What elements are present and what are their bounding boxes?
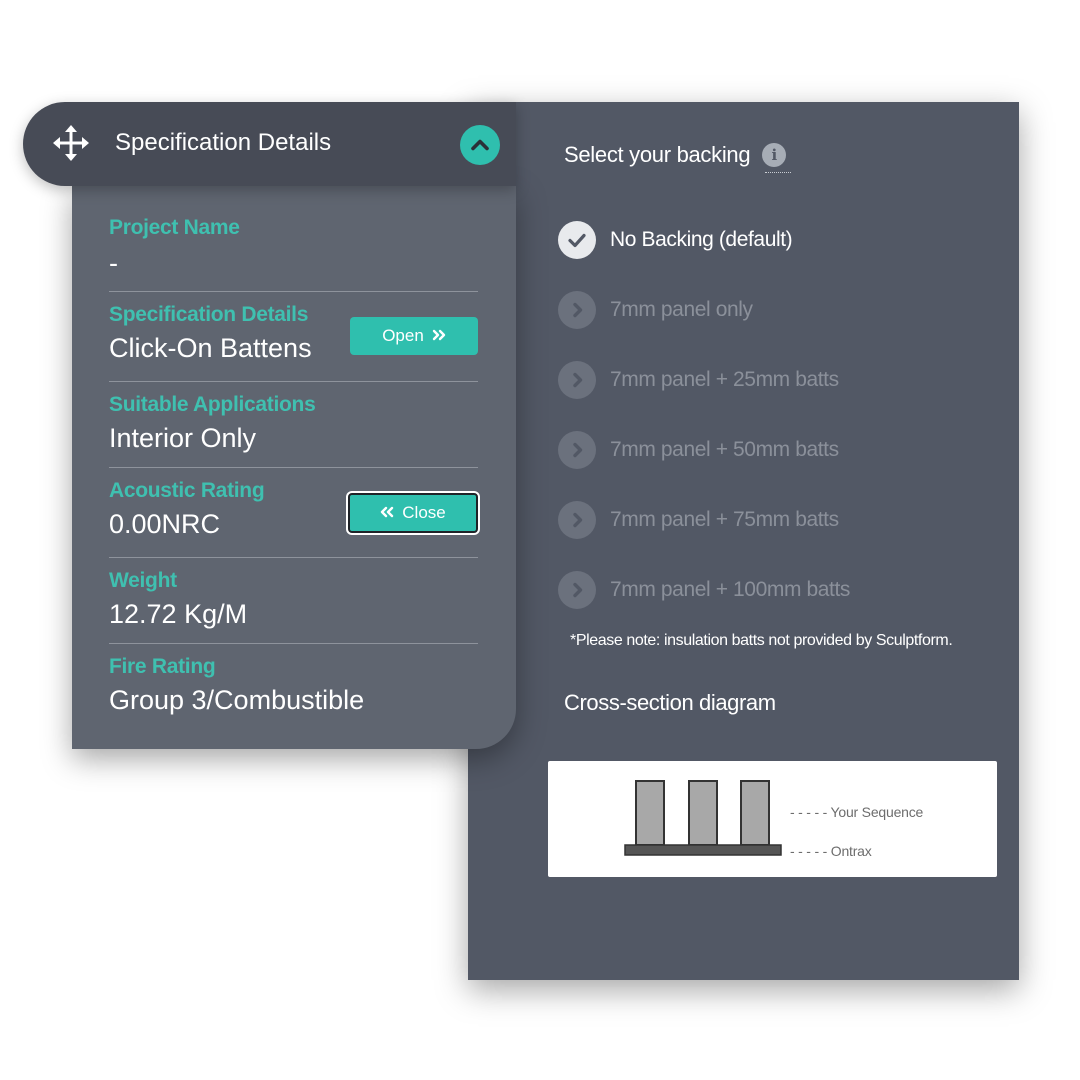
spec-row-specification: Specification Details Click-On Battens O… (109, 292, 478, 382)
legend-ontrax: - - - - - Ontrax (790, 843, 872, 859)
chevron-right-icon (558, 571, 596, 609)
chevron-right-icon (558, 501, 596, 539)
batten-2 (688, 780, 718, 846)
diagram-title: Cross-section diagram (564, 690, 776, 715)
spec-value: - (109, 248, 118, 278)
info-icon[interactable]: i (762, 143, 787, 167)
backing-option-label: 7mm panel only (610, 298, 753, 321)
close-button-label: Close (402, 503, 446, 522)
spec-header-title: Specification Details (115, 129, 332, 156)
cross-section-drawing (624, 780, 782, 856)
spec-value: 12.72 Kg/M (109, 599, 248, 629)
spec-label: Weight (109, 569, 177, 592)
backing-options: No Backing (default) 7mm panel only 7mm … (558, 205, 850, 625)
move-arrows-icon[interactable] (50, 122, 92, 164)
backing-option-label: No Backing (default) (610, 228, 793, 251)
spec-rows: Project Name - Specification Details Cli… (109, 206, 478, 730)
spec-value: Group 3/Combustible (109, 685, 365, 715)
backing-title-row: Select your backing i (564, 142, 787, 168)
backing-option-100mm[interactable]: 7mm panel + 100mm batts (558, 555, 850, 625)
ontrax-rail (624, 844, 782, 856)
open-button-label: Open (382, 326, 424, 345)
backing-option-25mm[interactable]: 7mm panel + 25mm batts (558, 345, 850, 415)
double-chevron-left-icon (380, 503, 394, 523)
spec-label: Suitable Applications (109, 393, 316, 416)
chevron-right-icon (558, 291, 596, 329)
cross-section-diagram: - - - - - Your Sequence - - - - - Ontrax (548, 761, 997, 877)
spec-label: Fire Rating (109, 655, 216, 678)
backing-title: Select your backing (564, 142, 751, 167)
backing-option-label: 7mm panel + 75mm batts (610, 508, 839, 531)
close-button[interactable]: Close (348, 493, 478, 533)
spec-row-weight: Weight 12.72 Kg/M (109, 558, 478, 644)
double-chevron-right-icon (432, 326, 446, 346)
chevron-up-icon[interactable] (460, 125, 500, 165)
backing-option-label: 7mm panel + 50mm batts (610, 438, 839, 461)
backing-option-no-backing[interactable]: No Backing (default) (558, 205, 850, 275)
spec-row-applications: Suitable Applications Interior Only (109, 382, 478, 468)
batten-1 (635, 780, 665, 846)
info-underline (765, 172, 791, 173)
spec-header[interactable]: Specification Details (23, 102, 516, 186)
spec-row-fire-rating: Fire Rating Group 3/Combustible (109, 644, 478, 730)
backing-option-75mm[interactable]: 7mm panel + 75mm batts (558, 485, 850, 555)
open-button[interactable]: Open (350, 317, 478, 355)
spec-label: Project Name (109, 216, 240, 239)
backing-option-7mm-panel[interactable]: 7mm panel only (558, 275, 850, 345)
chevron-right-icon (558, 431, 596, 469)
chevron-right-icon (558, 361, 596, 399)
backing-panel: Select your backing i No Backing (defaul… (468, 102, 1019, 980)
backing-option-50mm[interactable]: 7mm panel + 50mm batts (558, 415, 850, 485)
checkmark-icon (558, 221, 596, 259)
spec-row-project-name: Project Name - (109, 206, 478, 292)
spec-card: Project Name - Specification Details Cli… (72, 186, 516, 749)
backing-option-label: 7mm panel + 100mm batts (610, 578, 851, 601)
backing-option-label: 7mm panel + 25mm batts (610, 368, 839, 391)
spec-row-acoustic: Acoustic Rating 0.00NRC Close (109, 468, 478, 558)
batten-3 (740, 780, 770, 846)
legend-your-sequence: - - - - - Your Sequence (790, 804, 924, 820)
insulation-note: *Please note: insulation batts not provi… (570, 632, 953, 649)
spec-value: Interior Only (109, 423, 257, 453)
